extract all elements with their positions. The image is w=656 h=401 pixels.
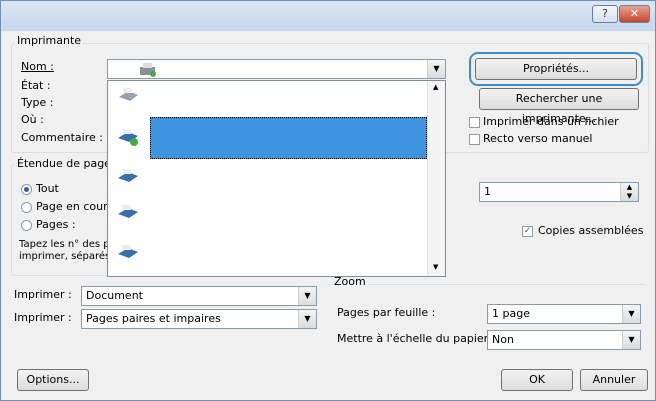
- pages-per-sheet-value: 1 page: [492, 307, 530, 320]
- scroll-down-icon[interactable]: ▼: [433, 263, 438, 271]
- page-range-hint-line2: imprimer, séparés: [19, 251, 111, 262]
- printer-icon[interactable]: [116, 243, 140, 263]
- printer-icon[interactable]: [116, 85, 140, 105]
- name-label: Nom :: [21, 60, 54, 73]
- page-range-pages-radio[interactable]: [21, 220, 32, 231]
- printer-name-combo[interactable]: ▼: [107, 59, 446, 79]
- copies-input[interactable]: 1 ▲ ▼: [479, 182, 639, 202]
- printer-group-title: Imprimante: [15, 34, 84, 47]
- chevron-down-icon: ▼: [622, 305, 640, 323]
- page-range-all-label: Tout: [36, 182, 59, 195]
- printer-icon[interactable]: [116, 167, 140, 187]
- dropdown-scrollbar[interactable]: ▲ ▼: [427, 81, 445, 276]
- copies-value: 1: [484, 185, 491, 198]
- chevron-down-icon: ▼: [427, 60, 445, 78]
- page-range-current-label: Page en cours: [36, 200, 114, 213]
- printer-icon: [140, 63, 156, 77]
- ok-button[interactable]: OK: [501, 369, 573, 391]
- page-range-all-radio[interactable]: [21, 184, 32, 195]
- scale-value: Non: [492, 333, 514, 346]
- print-to-file-checkbox[interactable]: [469, 117, 480, 128]
- title-bar: ? ✕: [1, 1, 655, 31]
- print-pages-label: Imprimer :: [14, 311, 72, 324]
- print-pages-value: Pages paires et impaires: [86, 312, 221, 325]
- chevron-down-icon: ▼: [622, 331, 640, 349]
- find-printer-button[interactable]: Rechercher une imprimante...: [479, 88, 639, 125]
- pages-per-sheet-label: Pages par feuille :: [337, 306, 436, 319]
- close-button[interactable]: ✕: [619, 5, 650, 23]
- page-range-hint-line1: Tapez les n° des p: [19, 239, 110, 250]
- manual-duplex-checkbox[interactable]: [469, 134, 480, 145]
- type-label: Type :: [21, 96, 54, 109]
- print-what-combo[interactable]: Document ▼: [81, 286, 317, 306]
- manual-duplex-label: Recto verso manuel: [483, 132, 593, 145]
- print-dialog: ? ✕ Imprimante Nom : État : Type : Où : …: [0, 0, 656, 401]
- help-button[interactable]: ?: [592, 5, 618, 23]
- scale-label: Mettre à l'échelle du papier :: [337, 332, 496, 345]
- collate-checkbox[interactable]: ✓: [522, 226, 533, 237]
- chevron-down-icon: ▼: [298, 310, 316, 328]
- cancel-button[interactable]: Annuler: [580, 369, 648, 391]
- printer-dropdown-list[interactable]: ▲ ▼: [107, 80, 446, 277]
- pages-per-sheet-combo[interactable]: 1 page ▼: [487, 304, 641, 324]
- page-range-pages-label: Pages :: [36, 218, 76, 231]
- printer-icon[interactable]: [116, 203, 140, 223]
- print-what-label: Imprimer :: [14, 288, 72, 301]
- print-to-file-label: Imprimer dans un fichier: [483, 115, 619, 128]
- status-label: État :: [21, 79, 51, 92]
- zoom-group: [327, 284, 647, 365]
- properties-button[interactable]: Propriétés...: [469, 52, 643, 86]
- where-label: Où :: [21, 113, 44, 126]
- scale-combo[interactable]: Non ▼: [487, 330, 641, 350]
- chevron-down-icon: ▼: [298, 287, 316, 305]
- printer-icon[interactable]: [116, 127, 140, 147]
- page-range-current-radio[interactable]: [21, 202, 32, 213]
- print-what-value: Document: [86, 289, 143, 302]
- options-button[interactable]: Options...: [17, 369, 89, 391]
- selected-printer-row[interactable]: [150, 117, 427, 159]
- comment-label: Commentaire :: [21, 131, 103, 144]
- spinner-icon[interactable]: ▲ ▼: [620, 183, 638, 201]
- collate-label: Copies assemblées: [538, 224, 644, 237]
- page-range-title: Étendue de page: [15, 157, 113, 170]
- scroll-up-icon[interactable]: ▲: [433, 83, 438, 91]
- print-pages-combo[interactable]: Pages paires et impaires ▼: [81, 309, 317, 329]
